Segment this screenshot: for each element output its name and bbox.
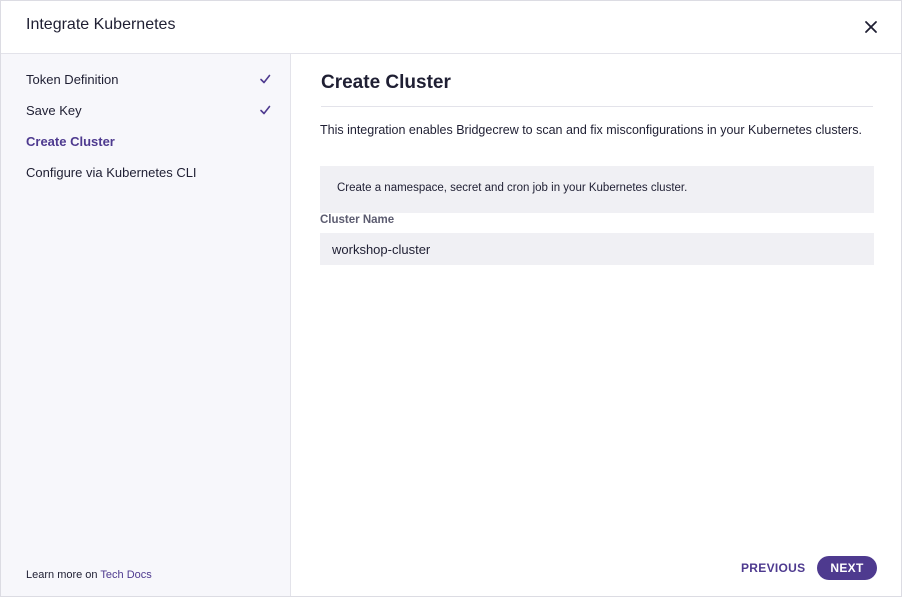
step-token-definition[interactable]: Token Definition (26, 70, 271, 90)
title-divider (321, 106, 873, 107)
close-icon (865, 21, 877, 33)
step-create-cluster[interactable]: Create Cluster (26, 132, 271, 152)
step-label: Save Key (26, 103, 82, 118)
info-text: Create a namespace, secret and cron job … (337, 182, 688, 194)
intro-text: This integration enables Bridgecrew to s… (320, 123, 862, 137)
previous-button[interactable]: PREVIOUS (737, 556, 809, 580)
modal-header: Integrate Kubernetes (1, 1, 901, 54)
modal-title: Integrate Kubernetes (26, 16, 176, 33)
cluster-name-input[interactable] (320, 233, 874, 265)
tech-docs-link[interactable]: Tech Docs (100, 569, 151, 581)
learn-more-text: Learn more on (26, 569, 101, 581)
check-icon (260, 105, 271, 115)
step-label: Create Cluster (26, 134, 115, 149)
main-panel: Create Cluster This integration enables … (291, 54, 901, 596)
steps-sidebar: Token Definition Save Key Create Cluster… (1, 54, 291, 596)
step-configure-kubernetes-cli[interactable]: Configure via Kubernetes CLI (26, 163, 271, 183)
integrate-kubernetes-modal: Integrate Kubernetes Token Definition Sa… (0, 0, 902, 597)
step-label: Token Definition (26, 72, 119, 87)
step-label: Configure via Kubernetes CLI (26, 165, 197, 180)
next-button[interactable]: NEXT (817, 556, 877, 580)
page-title: Create Cluster (321, 72, 451, 93)
step-save-key[interactable]: Save Key (26, 101, 271, 121)
sidebar-footer: Learn more on Tech Docs (26, 569, 152, 581)
cluster-name-label: Cluster Name (320, 214, 395, 226)
check-icon (260, 74, 271, 84)
close-button[interactable] (863, 19, 879, 35)
info-box: Create a namespace, secret and cron job … (320, 166, 874, 213)
